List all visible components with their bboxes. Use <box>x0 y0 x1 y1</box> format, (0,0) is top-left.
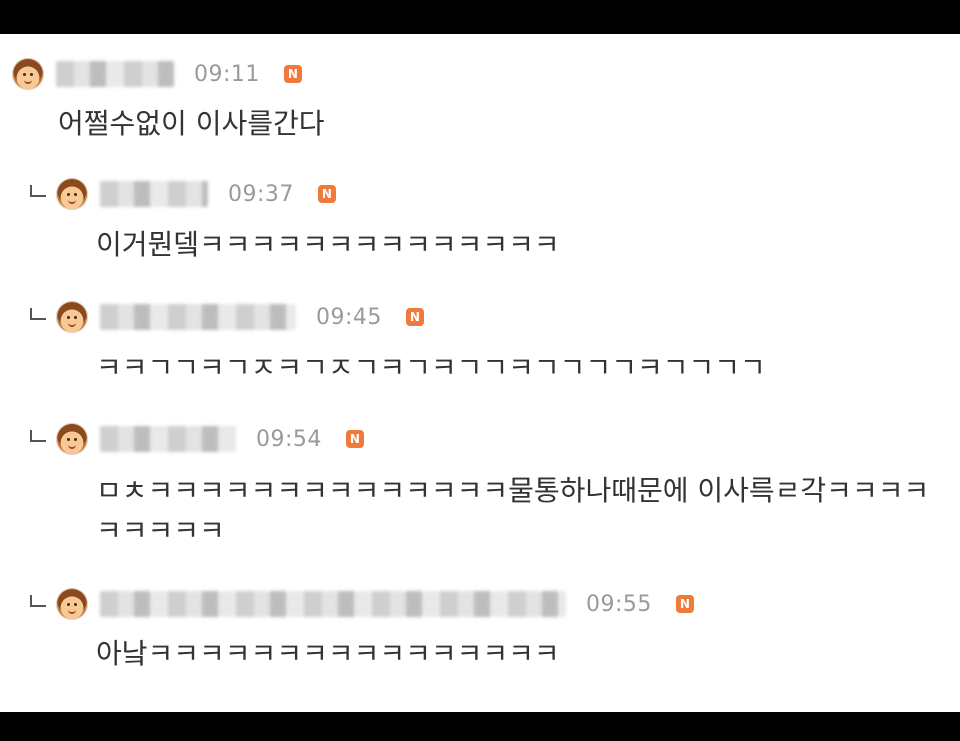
timestamp: 09:55 <box>586 591 652 617</box>
avatar[interactable] <box>12 58 44 90</box>
reply-arrow-icon <box>30 308 46 320</box>
comment-text: 어쩔수없이 이사를간다 <box>58 107 325 140</box>
timestamp: 09:45 <box>316 304 382 330</box>
blurred-nickname[interactable] <box>100 304 296 330</box>
comment-text: ㅋㅋㄱㄱㅋㄱㅈㅋㄱㅈㄱㅋㄱㅋㄱㄱㅋㄱㄱㄱㄱㅋㄱㄱㄱㄱ <box>96 351 766 384</box>
comment-text: 이거뭔뎈ㅋㅋㅋㅋㅋㅋㅋㅋㅋㅋㅋㅋㅋㅋ <box>96 228 560 261</box>
comment-text: ㅁㅊㅋㅋㅋㅋㅋㅋㅋㅋㅋㅋㅋㅋㅋㅋ물통하나때문에 이사륵ㄹ각ㅋㅋㅋㅋ <box>96 474 930 507</box>
comment-text: 아낰ㅋㅋㅋㅋㅋㅋㅋㅋㅋㅋㅋㅋㅋㅋㅋㅋ <box>96 637 560 670</box>
timestamp: 09:11 <box>194 61 260 87</box>
comment-header: 09:37 N <box>30 174 336 214</box>
blurred-nickname[interactable] <box>100 181 208 207</box>
reply-arrow-icon <box>30 430 46 442</box>
blurred-nickname[interactable] <box>56 61 174 87</box>
blurred-nickname[interactable] <box>100 426 236 452</box>
avatar[interactable] <box>56 301 88 333</box>
new-badge-icon: N <box>283 65 302 83</box>
new-badge-icon: N <box>675 595 694 613</box>
comment-text-continued: ㅋㅋㅋㅋㅋ <box>96 514 225 547</box>
reply-arrow-icon <box>30 185 46 197</box>
comment-header: 09:11 N <box>12 54 302 94</box>
blurred-nickname[interactable] <box>100 591 566 617</box>
reply-arrow-icon <box>30 595 46 607</box>
new-badge-icon: N <box>405 308 424 326</box>
comment-header: 09:54 N <box>30 419 364 459</box>
comment-header: 09:55 N <box>30 584 694 624</box>
avatar[interactable] <box>56 178 88 210</box>
avatar[interactable] <box>56 423 88 455</box>
new-badge-icon: N <box>345 430 364 448</box>
avatar[interactable] <box>56 588 88 620</box>
timestamp: 09:54 <box>256 426 322 452</box>
new-badge-icon: N <box>317 185 336 203</box>
comment-header: 09:45 N <box>30 297 424 337</box>
timestamp: 09:37 <box>228 181 294 207</box>
comment-thread: 09:11 N 어쩔수없이 이사를간다 09:37 N 이거뭔뎈ㅋㅋㅋㅋㅋㅋㅋㅋ… <box>0 34 960 712</box>
